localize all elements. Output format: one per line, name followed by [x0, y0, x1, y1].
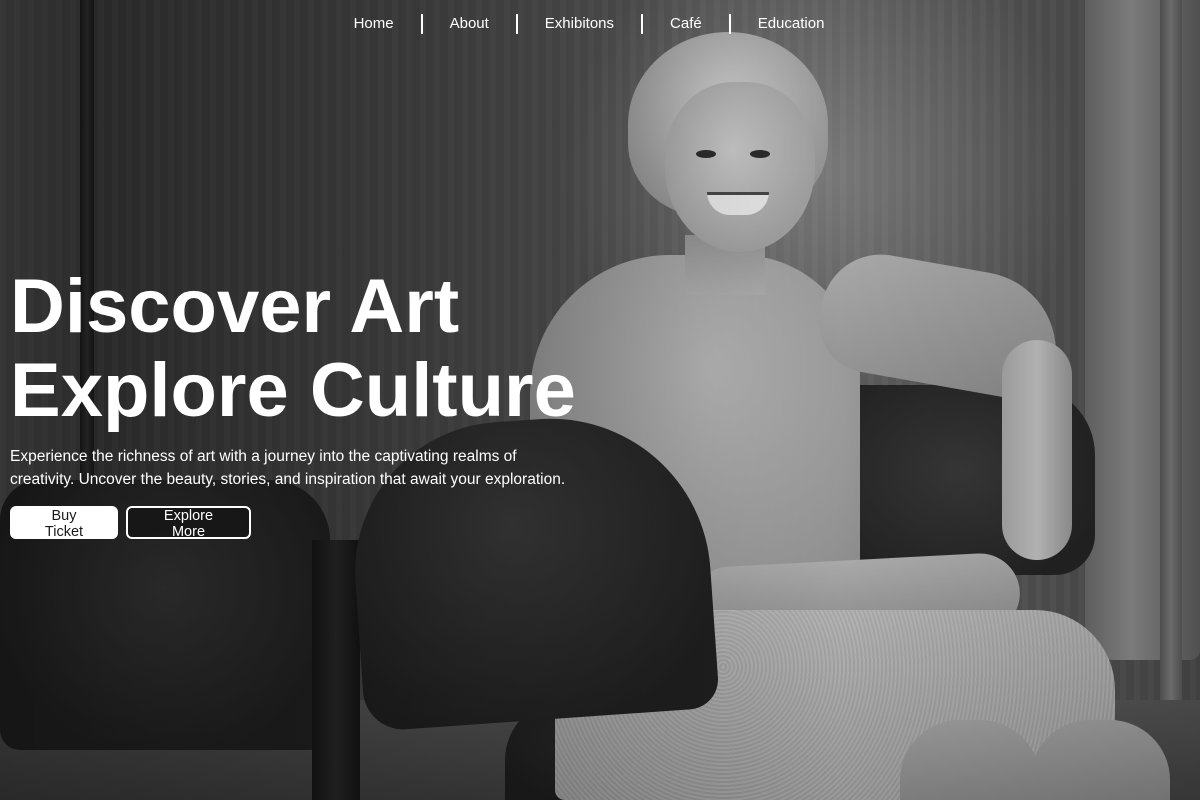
- hero-description: Experience the richness of art with a jo…: [10, 445, 650, 491]
- main-nav: Home About Exhibitons Café Education: [0, 12, 1200, 36]
- nav-item-home[interactable]: Home: [327, 13, 421, 35]
- buy-ticket-button[interactable]: Buy Ticket: [10, 506, 118, 540]
- hero-title-line1: Discover Art: [10, 264, 460, 349]
- nav-links: Home About Exhibitons Café Education: [327, 13, 852, 35]
- nav-item-education[interactable]: Education: [731, 13, 852, 35]
- hero-title-line2: Explore Culture: [10, 348, 576, 433]
- hero-description-line2: creativity. Uncover the beauty, stories,…: [10, 471, 566, 488]
- hero-buttons: Buy Ticket Explore More: [10, 506, 251, 540]
- nav-item-cafe[interactable]: Café: [643, 13, 729, 35]
- explore-more-button[interactable]: Explore More: [126, 506, 251, 540]
- nav-item-exhibitions[interactable]: Exhibitons: [518, 13, 641, 35]
- nav-item-about[interactable]: About: [423, 13, 516, 35]
- hero-content: Discover Art Explore Culture Experience …: [10, 265, 710, 540]
- hero-section: Home About Exhibitons Café Education Dis…: [0, 0, 1200, 800]
- hero-description-line1: Experience the richness of art with a jo…: [10, 448, 517, 465]
- hero-title: Discover Art Explore Culture: [10, 265, 710, 433]
